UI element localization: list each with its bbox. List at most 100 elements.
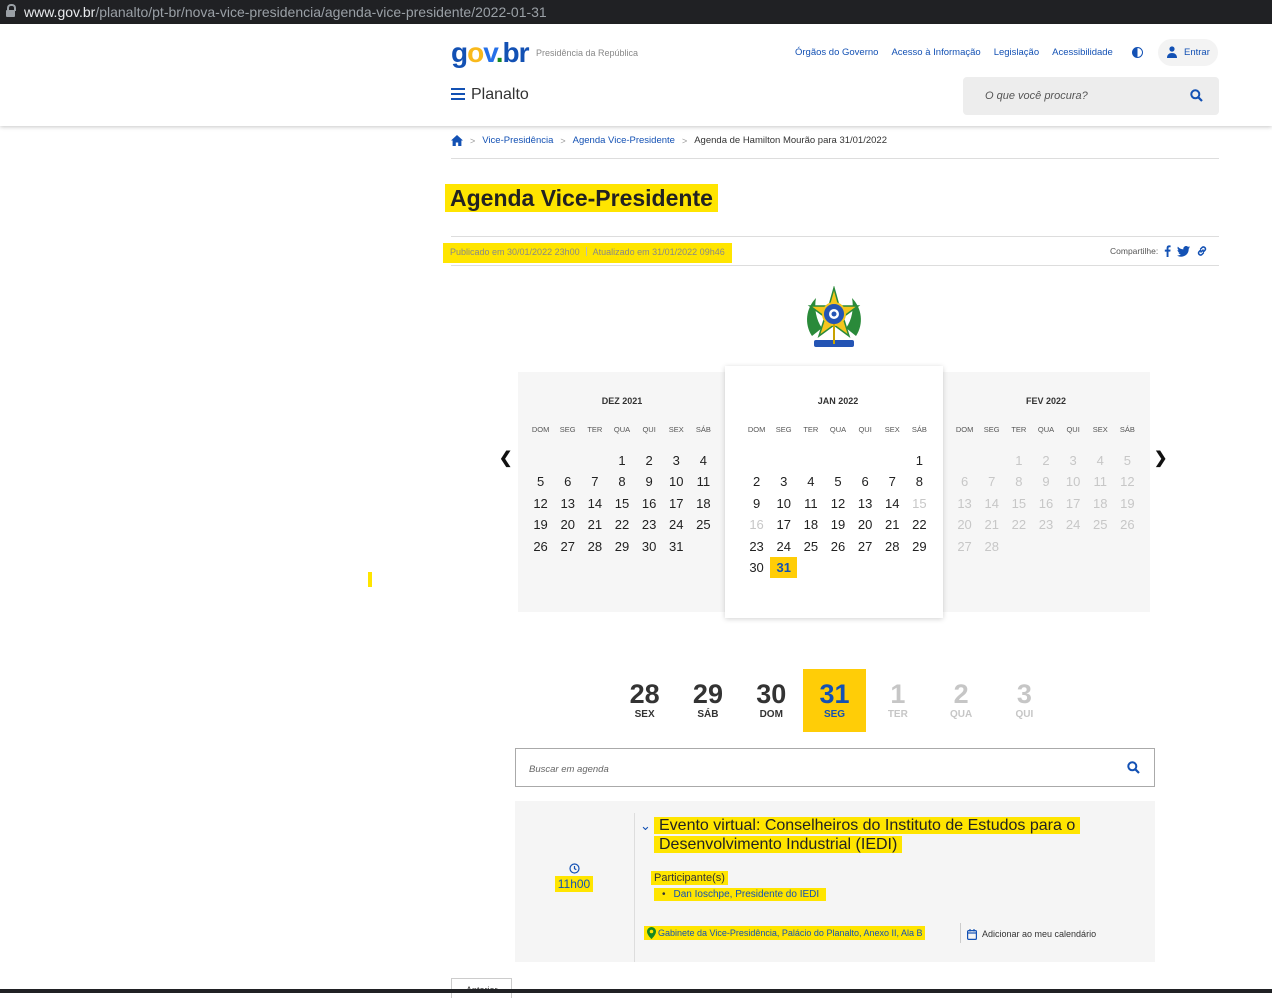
day-strip-item[interactable]: 28 SEX — [613, 669, 676, 732]
calendar-day[interactable]: 27 — [554, 536, 581, 557]
day-strip-item[interactable]: 2 QUA — [929, 669, 992, 732]
login-button[interactable]: Entrar — [1158, 39, 1218, 66]
calendar-day[interactable]: 12 — [824, 493, 851, 514]
calendar-day[interactable]: 7 — [581, 471, 608, 492]
facebook-icon[interactable] — [1164, 245, 1171, 257]
calendar-day[interactable]: 26 — [527, 536, 554, 557]
calendar-day[interactable]: 20 — [554, 514, 581, 535]
calendar-day[interactable]: 2 — [743, 471, 770, 492]
day-strip-item[interactable]: 1 TER — [866, 669, 929, 732]
calendar-day[interactable]: 1 — [608, 450, 635, 471]
calendar-day[interactable]: 31 — [663, 536, 690, 557]
calendar-day[interactable]: 6 — [554, 471, 581, 492]
divider — [451, 265, 1219, 266]
twitter-icon[interactable] — [1177, 245, 1191, 257]
calendar-day[interactable]: 2 — [636, 450, 663, 471]
calendar-day[interactable]: 14 — [879, 493, 906, 514]
calendar-day[interactable]: 17 — [770, 514, 797, 535]
calendar-day[interactable]: 30 — [743, 557, 770, 578]
calendar-day[interactable]: 10 — [663, 471, 690, 492]
calendar-day[interactable]: 11 — [690, 471, 717, 492]
site-search-input[interactable]: O que você procura? — [963, 77, 1219, 115]
breadcrumb-vice-presidencia[interactable]: Vice-Presidência — [482, 135, 553, 146]
calendar-day[interactable]: 22 — [906, 514, 933, 535]
day-number: 30 — [756, 679, 787, 709]
calendar-day[interactable]: 8 — [906, 471, 933, 492]
header-subtitle: Presidência da República — [536, 48, 639, 58]
calendar-day[interactable]: 25 — [797, 536, 824, 557]
calendar-day[interactable]: 21 — [879, 514, 906, 535]
calendar-day[interactable]: 29 — [608, 536, 635, 557]
calendar-day[interactable]: 24 — [770, 536, 797, 557]
contrast-icon[interactable] — [1132, 47, 1143, 58]
highlight-marker — [368, 572, 372, 587]
add-to-calendar-button[interactable]: Adicionar ao meu calendário — [967, 929, 1096, 940]
home-icon[interactable] — [451, 135, 463, 146]
calendar-day[interactable]: 8 — [608, 471, 635, 492]
calendar-day[interactable]: 4 — [690, 450, 717, 471]
calendar-day[interactable]: 9 — [636, 471, 663, 492]
calendar-day[interactable]: 3 — [770, 471, 797, 492]
calendar-day[interactable]: 21 — [581, 514, 608, 535]
link-legislacao[interactable]: Legislação — [994, 47, 1039, 58]
calendar-day[interactable]: 18 — [797, 514, 824, 535]
agenda-search-input[interactable]: Buscar em agenda — [515, 748, 1155, 787]
link-orgaos[interactable]: Órgãos do Governo — [795, 47, 878, 58]
calendar-day[interactable]: 13 — [554, 493, 581, 514]
calendar-day[interactable]: 31 — [770, 556, 798, 579]
previous-month-arrow-icon[interactable]: ❮ — [499, 448, 512, 468]
calendar-day[interactable]: 26 — [824, 536, 851, 557]
link-acesso-informacao[interactable]: Acesso à Informação — [891, 47, 980, 58]
calendar-day[interactable]: 5 — [527, 471, 554, 492]
event-title-toggle[interactable]: ⌄ Evento virtual: Conselheiros do Instit… — [640, 816, 1110, 854]
link-icon[interactable] — [1196, 245, 1208, 257]
calendar-day[interactable]: 3 — [663, 450, 690, 471]
previous-page-button[interactable]: Anterior — [451, 978, 512, 998]
day-strip-item[interactable]: 30 DOM — [740, 669, 803, 732]
browser-address-bar[interactable]: www.gov.br/planalto/pt-br/nova-vice-pres… — [0, 0, 1272, 24]
calendar-day[interactable]: 23 — [636, 514, 663, 535]
calendar-day[interactable]: 22 — [608, 514, 635, 535]
calendar-day[interactable]: 18 — [690, 493, 717, 514]
event-divider — [634, 813, 635, 962]
calendar-day[interactable]: 14 — [581, 493, 608, 514]
calendar-day[interactable]: 28 — [581, 536, 608, 557]
chevron-down-icon[interactable]: ⌄ — [640, 816, 651, 835]
calendar-day[interactable]: 15 — [608, 493, 635, 514]
calendar-day[interactable]: 28 — [879, 536, 906, 557]
calendar-day[interactable]: 10 — [770, 493, 797, 514]
search-icon[interactable] — [1190, 89, 1203, 102]
calendar-day[interactable]: 1 — [906, 450, 933, 471]
calendar-day[interactable]: 5 — [824, 471, 851, 492]
calendar-day[interactable]: 23 — [743, 536, 770, 557]
calendar-day[interactable]: 27 — [852, 536, 879, 557]
day-strip-item[interactable]: 3 QUI — [993, 669, 1056, 732]
calendar-day[interactable]: 29 — [906, 536, 933, 557]
calendar-day[interactable]: 17 — [663, 493, 690, 514]
calendar-day[interactable]: 9 — [743, 493, 770, 514]
main-menu-button[interactable]: Planalto — [451, 83, 529, 107]
calendar-day[interactable]: 11 — [797, 493, 824, 514]
calendar-day[interactable]: 20 — [852, 514, 879, 535]
govbr-logo[interactable]: gov.br — [451, 38, 530, 68]
calendar-day[interactable]: 19 — [527, 514, 554, 535]
day-strip-item[interactable]: 29 SÁB — [676, 669, 739, 732]
calendar-day[interactable]: 25 — [690, 514, 717, 535]
day-strip-item[interactable]: 31 SEG — [802, 669, 867, 732]
calendar-day[interactable]: 12 — [527, 493, 554, 514]
day-strip: 28 SEX 29 SÁB 30 DOM 31 SEG 1 TER 2 QUA 3 QUI — [613, 669, 1056, 732]
calendar-day[interactable]: 16 — [636, 493, 663, 514]
calendar-day[interactable]: 4 — [797, 471, 824, 492]
calendar-day[interactable]: 7 — [879, 471, 906, 492]
calendar-day[interactable]: 19 — [824, 514, 851, 535]
calendar-day: 22 — [1011, 517, 1027, 533]
breadcrumb-agenda[interactable]: Agenda Vice-Presidente — [573, 135, 675, 146]
calendar-day[interactable]: 30 — [636, 536, 663, 557]
calendar-day[interactable]: 24 — [663, 514, 690, 535]
calendar-day[interactable]: 13 — [852, 493, 879, 514]
next-month-arrow-icon[interactable]: ❯ — [1154, 448, 1167, 468]
month-title: JAN 2022 — [817, 396, 859, 406]
calendar-day[interactable]: 6 — [852, 471, 879, 492]
search-icon[interactable] — [1127, 761, 1140, 774]
link-acessibilidade[interactable]: Acessibilidade — [1052, 47, 1113, 58]
